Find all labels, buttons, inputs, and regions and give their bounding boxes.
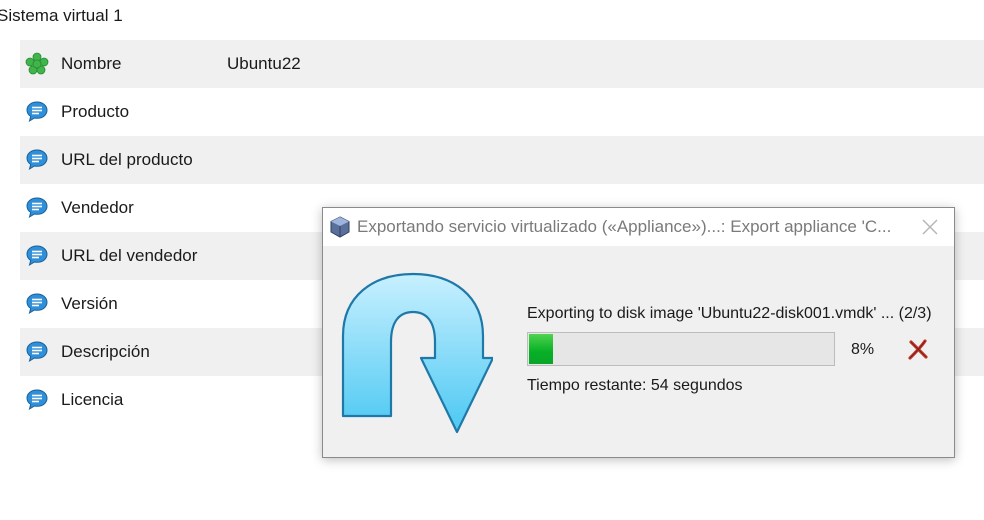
property-label: URL del vendedor xyxy=(61,246,198,265)
speech-bubble-icon xyxy=(24,291,50,317)
speech-bubble-icon xyxy=(24,387,50,413)
export-status-text: Exporting to disk image 'Ubuntu22-disk00… xyxy=(527,305,932,322)
progress-percent: 8% xyxy=(851,341,875,358)
property-row-nombre[interactable]: Nombre Ubuntu22 xyxy=(20,40,984,88)
dialog-titlebar[interactable]: Exportando servicio virtualizado («Appli… xyxy=(323,208,954,246)
cancel-icon[interactable] xyxy=(906,338,930,362)
close-icon[interactable] xyxy=(920,217,940,237)
property-row-url-producto[interactable]: URL del producto xyxy=(20,136,984,184)
virtualbox-icon xyxy=(329,216,351,238)
progress-bar xyxy=(527,332,835,366)
export-progress-dialog: Exportando servicio virtualizado («Appli… xyxy=(322,207,955,458)
speech-bubble-icon xyxy=(24,195,50,221)
property-label: Nombre xyxy=(61,54,122,73)
green-gear-icon xyxy=(24,51,50,77)
progress-bar-fill xyxy=(529,334,554,364)
speech-bubble-icon xyxy=(24,339,50,365)
speech-bubble-icon xyxy=(24,99,50,125)
section-title: Sistema virtual 1 xyxy=(0,6,123,25)
property-label: URL del producto xyxy=(61,150,193,169)
export-arrow-icon xyxy=(337,266,495,439)
property-label: Licencia xyxy=(61,390,124,409)
speech-bubble-icon xyxy=(24,147,50,173)
property-value: Ubuntu22 xyxy=(227,54,301,73)
property-row-producto[interactable]: Producto xyxy=(20,88,984,136)
property-label: Descripción xyxy=(61,342,150,361)
property-label: Producto xyxy=(61,102,130,121)
speech-bubble-icon xyxy=(24,243,50,269)
property-label: Versión xyxy=(61,294,118,313)
dialog-title: Exportando servicio virtualizado («Appli… xyxy=(357,217,892,236)
property-label: Vendedor xyxy=(61,198,134,217)
time-remaining: Tiempo restante: 54 segundos xyxy=(527,377,743,394)
